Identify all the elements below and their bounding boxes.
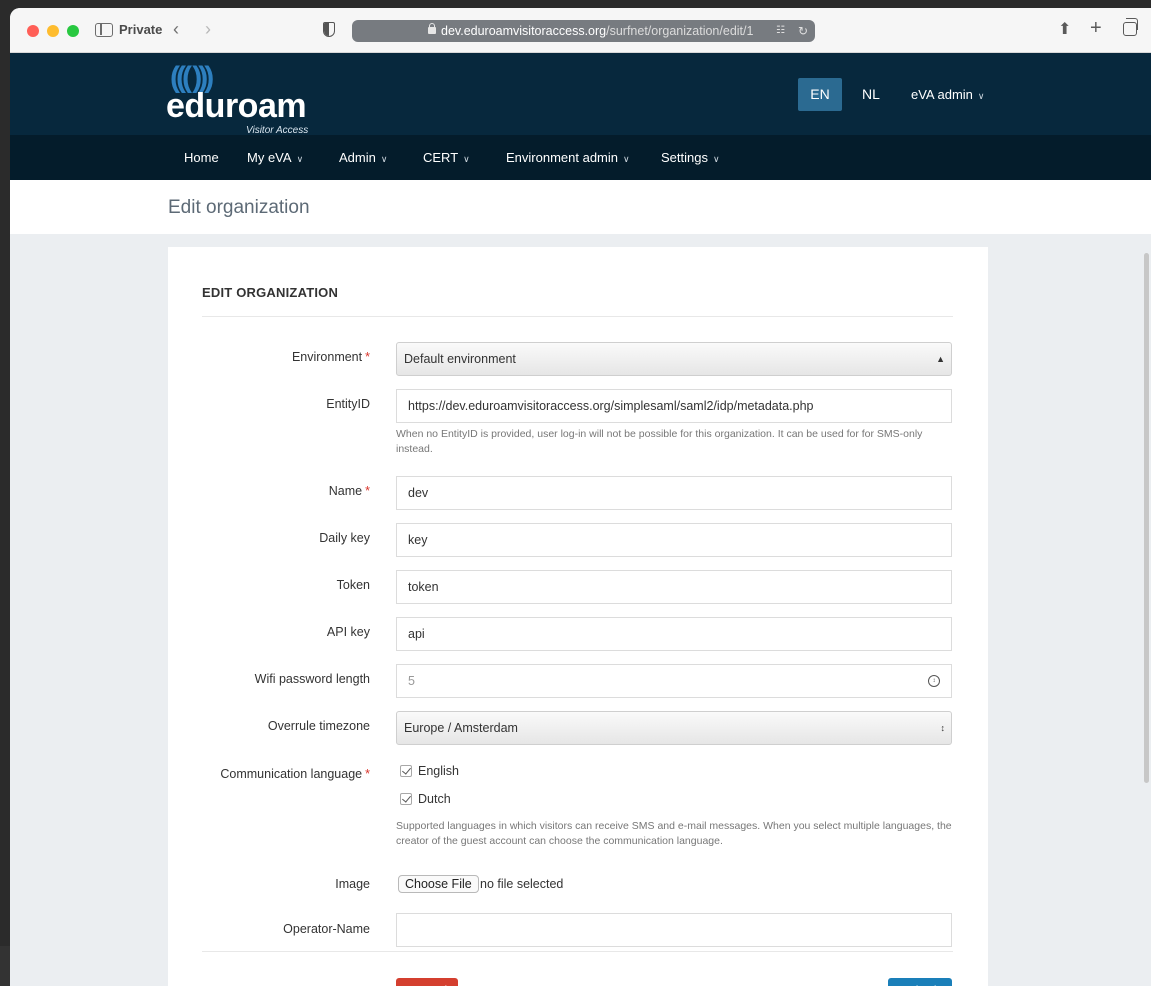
wifi-password-length-label: Wifi password length bbox=[254, 672, 370, 686]
entityid-help-text: When no EntityID is provided, user log-i… bbox=[396, 428, 923, 455]
dutch-checkbox-label: Dutch bbox=[418, 792, 451, 806]
minimize-window-icon[interactable] bbox=[47, 25, 59, 37]
back-icon[interactable]: ‹ bbox=[173, 19, 179, 39]
card-divider bbox=[202, 316, 953, 317]
card-title: EDIT ORGANIZATION bbox=[202, 285, 339, 300]
overrule-timezone-label: Overrule timezone bbox=[267, 719, 370, 733]
name-label: Name * bbox=[329, 484, 370, 498]
close-window-icon[interactable] bbox=[27, 25, 39, 37]
user-menu-label: eVA admin bbox=[911, 87, 973, 102]
language-nl-button[interactable]: NL bbox=[862, 78, 880, 111]
nav-item-settings[interactable]: Settings ∨ bbox=[661, 135, 720, 182]
overrule-timezone-select[interactable]: Europe / Amsterdam ↕ bbox=[396, 711, 952, 745]
chevron-down-icon: ∨ bbox=[380, 154, 388, 164]
chevron-down-icon: ∨ bbox=[296, 154, 304, 164]
chevron-down-icon: ∨ bbox=[463, 154, 470, 164]
tab-overview-icon[interactable] bbox=[1123, 18, 1138, 36]
zoom-window-icon[interactable] bbox=[67, 25, 79, 37]
forward-icon[interactable]: › bbox=[205, 19, 211, 39]
wifi-password-length-input[interactable]: 5 ↕ bbox=[396, 664, 952, 698]
share-icon[interactable]: ⬆ bbox=[1058, 19, 1071, 39]
name-label-text: Name bbox=[328, 484, 363, 498]
page-scrollbar[interactable] bbox=[1144, 253, 1149, 783]
english-checkbox[interactable] bbox=[400, 765, 412, 777]
eduroam-logo[interactable]: ((( ))) eduroam Visitor Access bbox=[166, 61, 326, 136]
required-marker: * bbox=[365, 767, 370, 781]
language-en-button[interactable]: EN bbox=[798, 78, 842, 111]
site-header: ((( ))) eduroam Visitor Access EN NL eVA… bbox=[10, 53, 1151, 136]
token-label: Token bbox=[336, 578, 370, 592]
required-marker: * bbox=[365, 484, 370, 498]
nav-item-label: My eVA bbox=[247, 150, 292, 165]
nav-item-admin[interactable]: Admin ∨ bbox=[339, 135, 387, 182]
submit-button[interactable]: Submit bbox=[888, 978, 952, 986]
environment-label-text: Environment bbox=[291, 350, 363, 364]
environment-label: Environment * bbox=[292, 350, 370, 364]
main-navbar: Home My eVA ∨ Admin ∨ CERT ∨ Environment ad… bbox=[10, 135, 1151, 180]
entityid-input[interactable]: https://dev.eduroamvisitoraccess.org/sim… bbox=[396, 389, 952, 423]
entityid-label: EntityID bbox=[326, 397, 370, 411]
operator-name-label: Operator-Name bbox=[283, 922, 370, 936]
user-menu[interactable]: eVA admin ∨ bbox=[911, 78, 985, 113]
daily-key-input[interactable]: key bbox=[396, 523, 952, 557]
communication-language-label: Communication language * bbox=[220, 767, 370, 781]
token-input[interactable]: token bbox=[396, 570, 952, 604]
logo-wordmark: eduroam bbox=[166, 87, 307, 125]
dutch-checkbox-row[interactable]: Dutch bbox=[400, 792, 451, 806]
dutch-checkbox[interactable] bbox=[400, 793, 412, 805]
environment-select[interactable]: Default environment ▲ bbox=[396, 342, 952, 376]
page-title: Edit organization bbox=[168, 197, 310, 218]
url-host: dev.eduroamvisitoraccess.org bbox=[441, 24, 607, 38]
environment-select-value: Default environment bbox=[404, 352, 516, 366]
address-bar[interactable]: dev.eduroamvisitoraccess.org/surfnet/org… bbox=[352, 20, 815, 42]
api-key-input[interactable]: api bbox=[396, 617, 952, 651]
nav-item-environment-admin[interactable]: Environment admin ∨ bbox=[506, 135, 630, 182]
lock-icon bbox=[428, 23, 436, 34]
edit-organization-card: EDIT ORGANIZATION Environment * Default e… bbox=[168, 247, 988, 986]
communication-language-help-text: Supported languages in which visitors ca… bbox=[396, 820, 952, 847]
english-checkbox-label: English bbox=[418, 764, 459, 778]
translate-icon[interactable]: ☷ bbox=[776, 20, 785, 42]
select-arrows-icon: ▲ bbox=[936, 354, 945, 364]
new-tab-icon[interactable]: + bbox=[1090, 17, 1102, 39]
choose-file-button[interactable]: Choose File bbox=[398, 875, 479, 893]
required-marker: * bbox=[365, 350, 370, 364]
wifi-password-length-value: 5 bbox=[408, 674, 415, 688]
chevron-down-icon: ∨ bbox=[977, 91, 985, 101]
cancel-button[interactable]: Cancel bbox=[396, 978, 458, 986]
daily-key-label: Daily key bbox=[319, 531, 370, 545]
nav-item-cert[interactable]: CERT ∨ bbox=[423, 135, 470, 182]
file-status-text: no file selected bbox=[480, 877, 564, 891]
form-footer-divider bbox=[202, 951, 953, 952]
nav-item-label: Environment admin bbox=[506, 150, 618, 165]
communication-language-label-text: Communication language bbox=[220, 767, 363, 781]
reload-icon[interactable]: ↻ bbox=[798, 20, 808, 42]
browser-window: Private ‹ › dev.eduroamvisitoraccess.org… bbox=[10, 8, 1151, 986]
stepper-icon[interactable]: ↕ bbox=[928, 675, 940, 687]
english-checkbox-row[interactable]: English bbox=[400, 764, 459, 778]
nav-item-label: Home bbox=[184, 150, 219, 165]
nav-item-label: Settings bbox=[661, 150, 708, 165]
browser-toolbar: Private ‹ › dev.eduroamvisitoraccess.org… bbox=[10, 8, 1151, 53]
url-path: /surfnet/organization/edit/1 bbox=[606, 24, 754, 38]
private-mode-label: Private bbox=[119, 22, 163, 37]
chevron-down-icon: ∨ bbox=[623, 154, 630, 164]
api-key-label: API key bbox=[326, 625, 370, 639]
desktop-background bbox=[0, 946, 10, 986]
page-title-bar: Edit organization bbox=[10, 180, 1151, 234]
nav-item-label: CERT bbox=[423, 150, 459, 165]
sidebar-toggle-icon[interactable] bbox=[95, 23, 113, 37]
nav-item-home[interactable]: Home bbox=[184, 135, 219, 180]
nav-item-label: Admin bbox=[339, 150, 376, 165]
nav-item-my-eva[interactable]: My eVA ∨ bbox=[247, 135, 303, 182]
privacy-shield-icon[interactable] bbox=[323, 22, 335, 37]
chevron-down-icon: ∨ bbox=[712, 154, 720, 164]
image-label: Image bbox=[335, 877, 370, 891]
timezone-select-value: Europe / Amsterdam bbox=[404, 721, 518, 735]
select-arrows-icon: ↕ bbox=[940, 723, 946, 733]
url-text: dev.eduroamvisitoraccess.org/surfnet/org… bbox=[441, 20, 753, 42]
name-input[interactable]: dev bbox=[396, 476, 952, 510]
operator-name-input[interactable] bbox=[396, 913, 952, 947]
